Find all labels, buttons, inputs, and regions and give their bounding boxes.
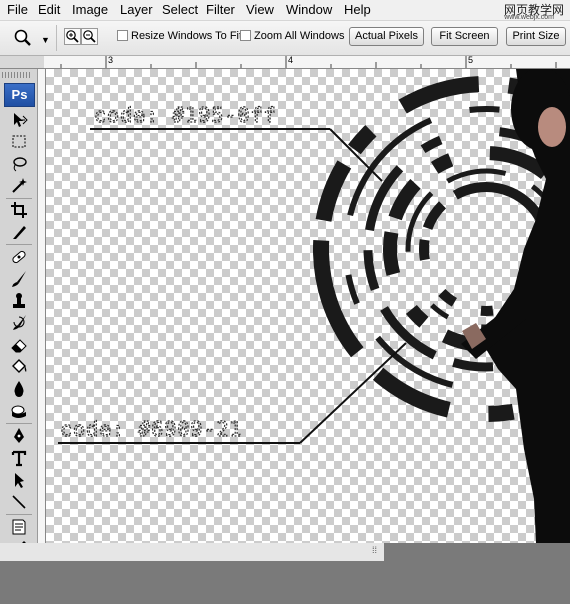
divider [56,25,57,51]
menu-edit[interactable]: Edit [38,2,60,17]
annotation-bottom: code: #6909-21 [60,417,243,441]
brush-tool-icon[interactable] [10,270,28,288]
toolbox-grip[interactable] [2,72,32,78]
horizontal-ruler[interactable]: 3 4 5 [44,55,570,69]
blur-tool-icon[interactable] [10,380,28,398]
actual-pixels-button[interactable]: Actual Pixels [349,27,424,46]
menu-layer[interactable]: Layer [120,2,153,17]
watermark-url: www.webjx.com [504,14,554,21]
annotation-top: code: #195-0ff [94,103,277,127]
line-tool-icon[interactable] [10,493,28,511]
document-canvas[interactable]: code: #195-0ff code: #6909-21 [46,69,570,543]
history-brush-tool-icon[interactable] [10,314,28,332]
menu-filter[interactable]: Filter [206,2,235,17]
zoom-all-label: Zoom All Windows [254,30,345,42]
print-size-button[interactable]: Print Size [506,27,566,46]
chevron-down-icon: ▼ [41,35,50,45]
tool-preset-picker[interactable]: ▼ [7,25,51,49]
eraser-tool-icon[interactable] [10,336,28,354]
resize-windows-checkbox[interactable] [117,30,128,41]
menu-file[interactable]: File [7,2,28,17]
menu-window[interactable]: Window [286,2,332,17]
options-bar: ▼ Resize Windows To Fit Zoom All Windows… [0,21,570,56]
menu-view[interactable]: View [246,2,274,17]
path-selection-tool-icon[interactable] [10,471,28,489]
toolbox: Ps [0,69,38,561]
clone-stamp-tool-icon[interactable] [10,292,28,310]
zoom-tool-icon [14,29,31,46]
divider [6,514,32,515]
resize-grip-icon[interactable]: ⁞⁞ [372,545,377,555]
move-tool-icon[interactable] [10,111,28,129]
notes-tool-icon[interactable] [10,518,28,536]
type-tool-icon[interactable] [10,449,28,467]
menu-image[interactable]: Image [72,2,108,17]
photoshop-logo[interactable]: Ps [4,83,35,107]
ruler-corner [0,56,44,69]
canvas-artwork: code: #195-0ff code: #6909-21 [58,69,570,543]
divider [6,423,32,424]
zoom-in-button[interactable] [64,28,81,45]
zoom-out-icon [83,30,96,43]
fit-screen-button[interactable]: Fit Screen [431,27,498,46]
magic-wand-tool-icon[interactable] [10,177,28,195]
zoom-in-icon [66,30,79,43]
menu-help[interactable]: Help [344,2,371,17]
lasso-tool-icon[interactable] [10,155,28,173]
marquee-tool-icon[interactable] [10,133,28,151]
ruler-label: 3 [108,55,114,65]
divider [6,244,32,245]
dodge-tool-icon[interactable] [10,402,28,420]
menu-select[interactable]: Select [162,2,198,17]
crop-tool-icon[interactable] [10,201,28,219]
paint-bucket-tool-icon[interactable] [10,358,28,376]
canvas-bottom-strip [0,543,384,561]
ruler-label: 4 [288,55,294,65]
pen-tool-icon[interactable] [10,427,28,445]
zoom-all-checkbox[interactable] [240,30,251,41]
slice-tool-icon[interactable] [10,223,28,241]
menu-bar: File Edit Image Layer Select Filter View… [0,0,570,21]
ruler-ticks [60,56,557,68]
divider [6,198,32,199]
figure-face [538,107,566,147]
vertical-ruler[interactable] [37,69,46,543]
workspace-background [0,561,570,604]
healing-brush-tool-icon[interactable] [10,248,28,266]
resize-windows-label: Resize Windows To Fit [131,30,243,42]
ruler-label: 5 [468,55,474,65]
zoom-out-button[interactable] [81,28,98,45]
